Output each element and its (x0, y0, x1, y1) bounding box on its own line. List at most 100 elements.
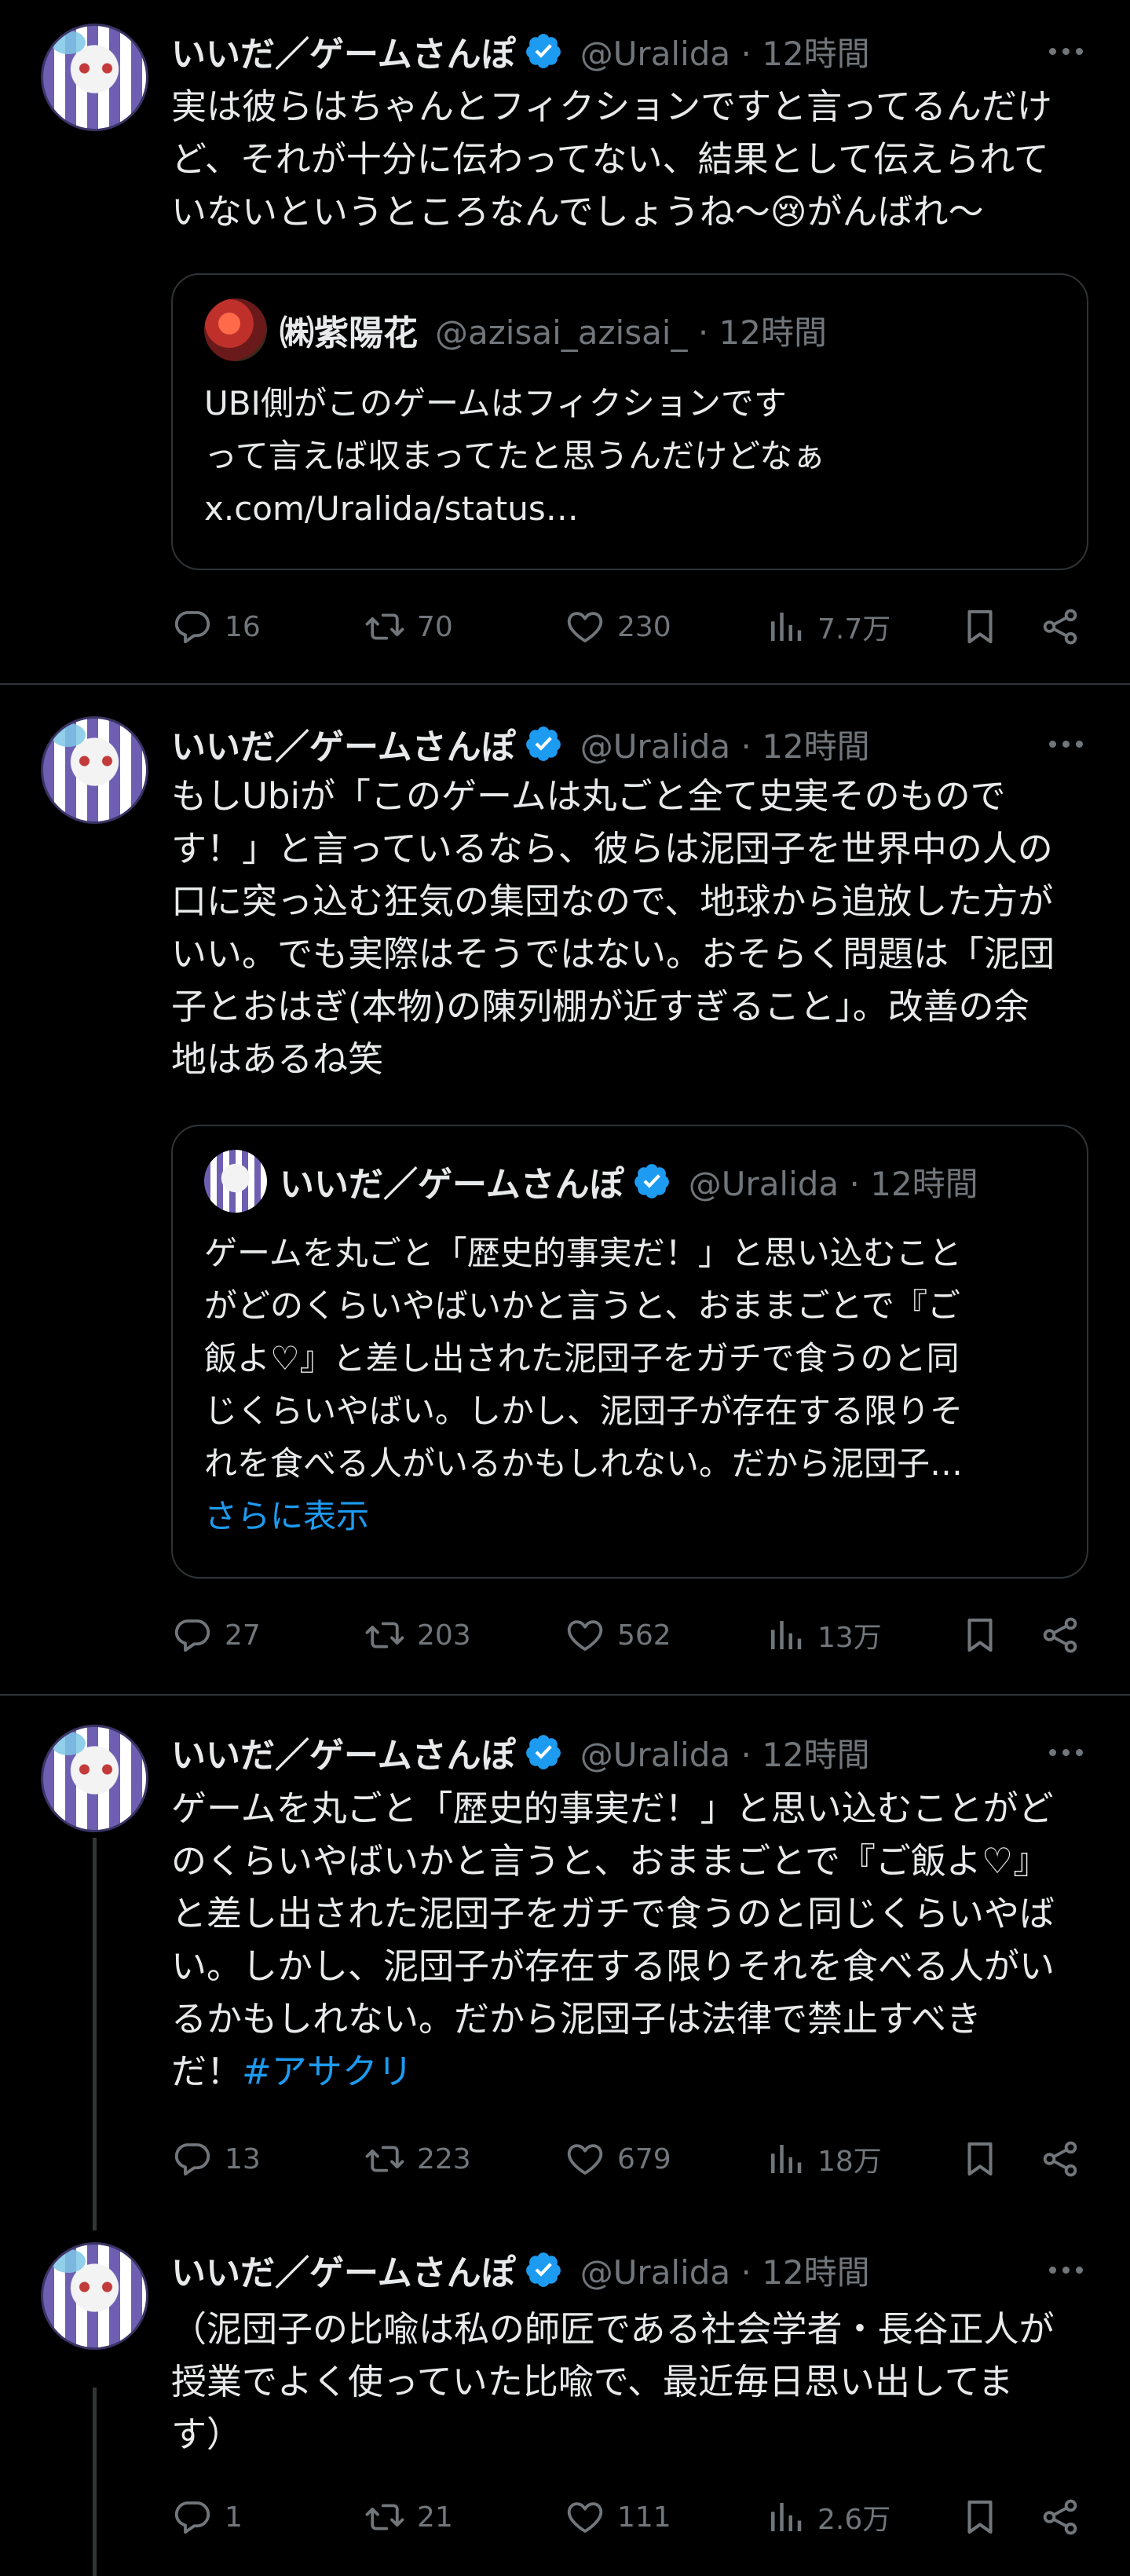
avatar[interactable] (41, 716, 148, 824)
tweet[interactable]: いいだ／ゲームさんぽ @Uralida · 12時間 もしUbiが「このゲームは… (0, 685, 1130, 1694)
like-button[interactable]: 111 (564, 2490, 671, 2545)
retweet-count: 70 (417, 610, 453, 643)
views-button[interactable]: 2.6万 (764, 2490, 890, 2545)
bookmark-button[interactable] (959, 599, 1001, 654)
like-icon (564, 2138, 606, 2180)
author-name[interactable]: いいだ／ゲームさんぽ (171, 26, 516, 76)
author-name[interactable]: いいだ／ゲームさんぽ (171, 719, 516, 769)
avatar[interactable] (41, 2242, 148, 2350)
bookmark-icon (959, 2138, 1001, 2180)
text-fragment: だ！ (171, 2051, 243, 2092)
text-line: （泥団子の比喩は私の師匠である社会学者・長谷正人が (171, 2308, 1055, 2350)
quoted-tweet[interactable]: いいだ／ゲームさんぽ @Uralida · 12時間 ゲームを丸ごと「歴史的事実… (171, 1125, 1088, 1579)
avatar[interactable] (41, 24, 148, 131)
reply-button[interactable]: 27 (171, 1608, 261, 1663)
tweet-header: いいだ／ゲームさんぽ @Uralida · 12時間 (171, 1729, 870, 1776)
views-icon (764, 1614, 806, 1656)
more-options-icon[interactable] (1042, 35, 1089, 67)
retweet-button[interactable]: 203 (364, 1608, 471, 1663)
reply-button[interactable]: 16 (171, 599, 261, 654)
retweet-button[interactable]: 223 (364, 2131, 471, 2186)
reply-button[interactable]: 13 (171, 2131, 261, 2186)
bookmark-button[interactable] (959, 1608, 1001, 1663)
reply-icon (171, 2496, 214, 2538)
verified-badge-icon (632, 1162, 671, 1201)
action-bar: 1 21 111 2.6万 (171, 2490, 1090, 2545)
quote-author-handle: @Uralida · 12時間 (688, 1164, 978, 1203)
text-line: ど、それが十分に伝わってない、結果として伝えられて (171, 138, 1049, 180)
author-handle-time[interactable]: @Uralida · 12時間 (580, 27, 870, 75)
more-options-icon[interactable] (1042, 2254, 1089, 2285)
tweet-text: （泥団子の比喩は私の師匠である社会学者・長谷正人が 授業でよく使っていた比喩で、… (171, 2303, 1090, 2461)
text-line: す！」と言っているなら、彼らは泥団子を世界中の人の (171, 828, 1053, 869)
text-line: 飯よ♡』と差し出された泥団子をガチで食うのと同 (204, 1339, 960, 1378)
text-line: いい。でも実際はそうではない。おそらく問題は「泥団 (171, 933, 1055, 975)
action-bar: 16 70 230 7.7万 (171, 599, 1090, 654)
quote-link[interactable]: x.com/Uralida/status… (204, 482, 1060, 535)
tweet-text: もしUbiが「このゲームは丸ごと全て史実そのもので す！」と言っているなら、彼ら… (171, 770, 1090, 1085)
text-line: もしUbiが「このゲームは丸ごと全て史実そのもので (171, 775, 1006, 817)
author-name[interactable]: いいだ／ゲームさんぽ (171, 2245, 516, 2295)
quote-header: いいだ／ゲームさんぽ @Uralida · 12時間 (204, 1150, 978, 1213)
avatar[interactable] (41, 1725, 148, 1832)
reply-button[interactable]: 1 (171, 2490, 243, 2545)
reply-icon (171, 2138, 214, 2180)
more-options-icon[interactable] (1042, 728, 1089, 759)
text-line: ゲームを丸ごと「歴史的事実だ！」と思い込むこと (204, 1234, 962, 1272)
verified-badge-icon (524, 1733, 563, 1772)
author-handle-time[interactable]: @Uralida · 12時間 (580, 720, 870, 768)
views-button[interactable]: 7.7万 (764, 599, 890, 654)
views-button[interactable]: 18万 (764, 2131, 882, 2186)
share-button[interactable] (1039, 2490, 1081, 2545)
hashtag-link[interactable]: #アサクリ (242, 2051, 413, 2092)
author-name[interactable]: いいだ／ゲームさんぽ (171, 1727, 516, 1777)
quoted-tweet[interactable]: ㈱紫陽花 @azisai_azisai_ · 12時間 UBI側がこのゲームはフ… (171, 273, 1088, 570)
retweet-count: 203 (417, 1619, 471, 1652)
author-handle-time[interactable]: @Uralida · 12時間 (580, 2246, 870, 2294)
retweet-button[interactable]: 70 (364, 599, 453, 654)
text-line: がどのくらいやばいかと言うと、おままごとで『ご (204, 1286, 961, 1325)
share-button[interactable] (1039, 1608, 1081, 1663)
text-line: るかもしれない。だから泥団子は法律で禁止すべき (171, 1998, 982, 2040)
views-button[interactable]: 13万 (764, 1608, 882, 1663)
text-line: ゲームを丸ごと「歴史的事実だ！」と思い込むことがど (171, 1787, 1054, 1829)
quote-header: ㈱紫陽花 @azisai_azisai_ · 12時間 (204, 298, 827, 361)
view-count: 7.7万 (817, 613, 891, 646)
text-line: いないというところなんでしょうね〜😢がんばれ〜 (171, 191, 984, 232)
bookmark-button[interactable] (959, 2131, 1001, 2186)
tweet-text: 実は彼らはちゃんとフィクションですと言ってるんだけ ど、それが十分に伝わってない… (171, 80, 1090, 238)
reply-count: 16 (225, 610, 261, 643)
text-line: UBI側がこのゲームはフィクションです (204, 384, 787, 423)
retweet-icon (364, 2496, 406, 2538)
tweet[interactable]: いいだ／ゲームさんぽ @Uralida · 12時間 実は彼らはちゃんとフィクシ… (0, 0, 1130, 683)
bookmark-button[interactable] (959, 2490, 1001, 2545)
share-icon (1039, 2496, 1081, 2538)
tweet-header: いいだ／ゲームさんぽ @Uralida · 12時間 (171, 720, 870, 767)
reply-icon (171, 606, 214, 648)
retweet-count: 223 (417, 2142, 471, 2175)
like-button[interactable]: 230 (564, 599, 671, 654)
retweet-icon (364, 606, 406, 648)
like-icon (564, 1614, 606, 1656)
share-button[interactable] (1039, 2131, 1081, 2186)
text-line: 地はあるね笑 (171, 1038, 384, 1080)
tweet[interactable]: いいだ／ゲームさんぽ @Uralida · 12時間 ゲームを丸ごと「歴史的事実… (0, 1696, 1130, 2230)
text-line: 口に突っ込む狂気の集団なので、地球から追放した方が (171, 880, 1054, 922)
reply-count: 1 (225, 2501, 243, 2534)
retweet-icon (364, 2138, 406, 2180)
text-line: す） (171, 2413, 243, 2455)
quote-author-name: いいだ／ゲームさんぽ (280, 1165, 624, 1205)
like-button[interactable]: 562 (564, 1608, 671, 1663)
author-handle-time[interactable]: @Uralida · 12時間 (580, 1729, 870, 1776)
text-line: だ！#アサクリ (171, 2045, 1090, 2098)
retweet-button[interactable]: 21 (364, 2490, 453, 2545)
show-more-link[interactable]: さらに表示 (204, 1490, 1060, 1542)
text-line: い。しかし、泥団子が存在する限りそれを食べる人がい (171, 1945, 1055, 1987)
share-button[interactable] (1039, 599, 1081, 654)
action-bar: 27 203 562 13万 (171, 1608, 1090, 1663)
text-line: と差し出された泥団子をガチで食うのと同じくらいやば (171, 1893, 1055, 1934)
like-icon (564, 2496, 606, 2538)
like-button[interactable]: 679 (564, 2131, 671, 2186)
more-options-icon[interactable] (1042, 1736, 1089, 1768)
tweet[interactable]: いいだ／ゲームさんぽ @Uralida · 12時間 （泥団子の比喩は私の師匠で… (0, 2230, 1130, 2576)
